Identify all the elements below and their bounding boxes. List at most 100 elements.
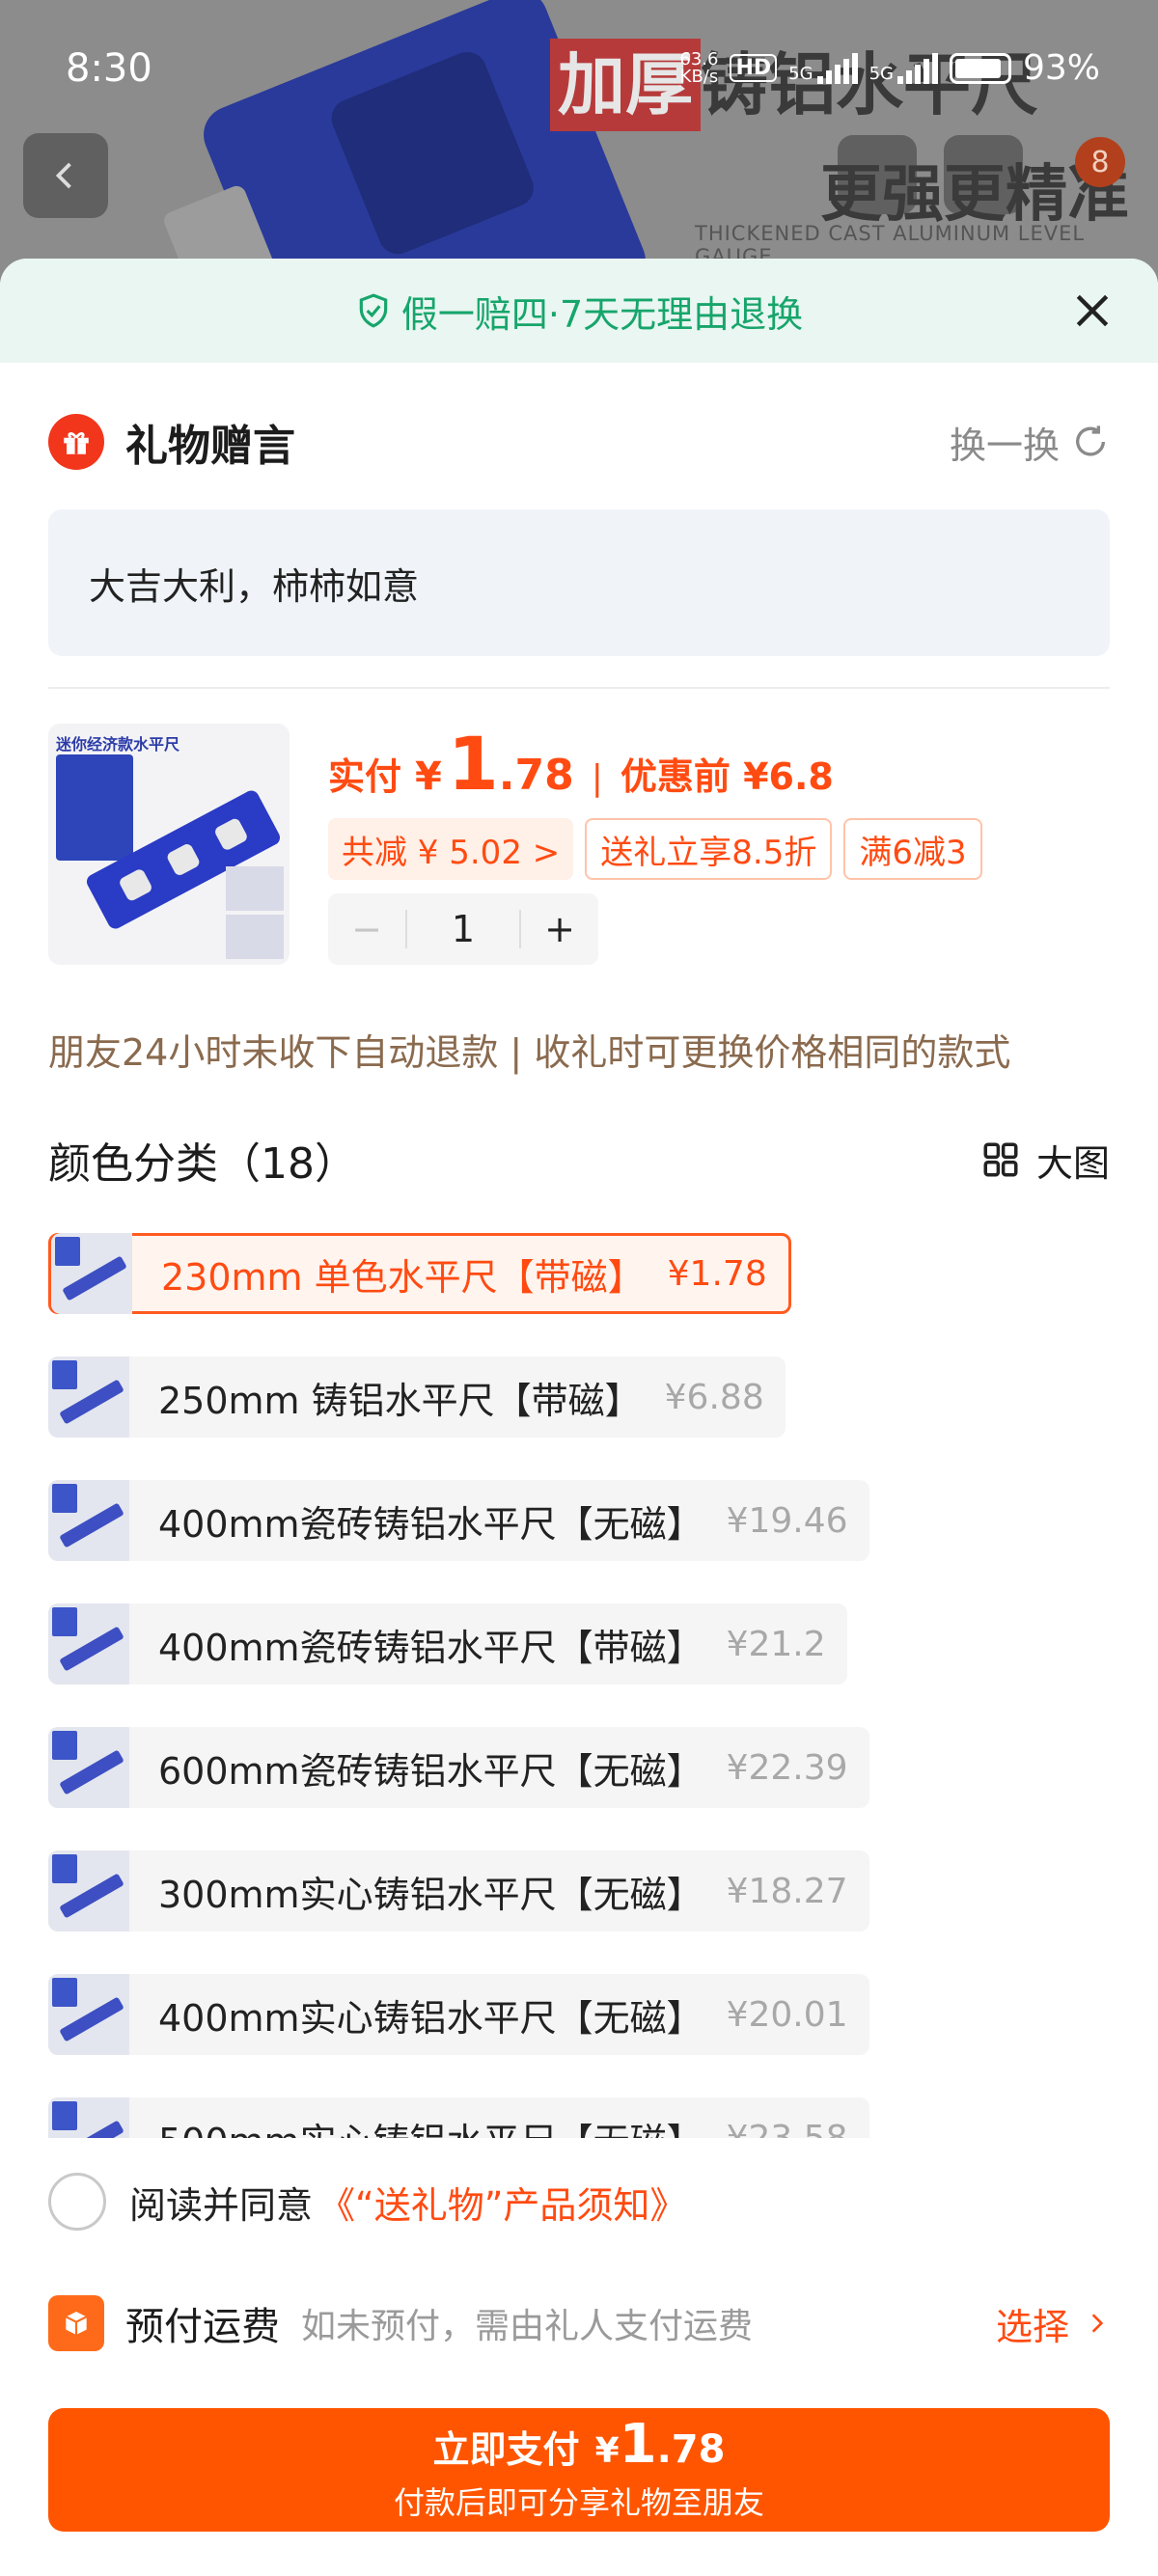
- price-decimal: .78: [498, 751, 574, 800]
- network-speed: 63.6 KB/s: [679, 48, 719, 87]
- pay-now-label: 立即支付 ¥ 1 .78: [432, 2412, 726, 2476]
- variant-price: ¥18.27: [726, 1871, 848, 1911]
- variant-option[interactable]: 230mm 单色水平尺【带磁】 ¥1.78: [48, 1233, 791, 1314]
- variant-name: 400mm瓷砖铸铝水平尺【无磁】: [158, 1502, 703, 1546]
- gift-sheet: 假一赔四·7天无理由退换 礼物赠言 换一换 大吉大利，柿柿如意 迷你经济款水平尺…: [0, 259, 1158, 2576]
- shipping-title: 预付运费: [125, 2305, 280, 2349]
- variant-option[interactable]: 300mm实心铸铝水平尺【无磁】 ¥18.27: [48, 1850, 869, 1932]
- category-header: 颜色分类（18） 大图: [48, 1131, 1110, 1189]
- variant-thumbnail: [51, 1233, 132, 1314]
- variant-price: ¥1.78: [667, 1253, 767, 1294]
- variant-price: ¥23.58: [726, 2118, 848, 2139]
- increase-button[interactable]: +: [521, 908, 598, 950]
- gift-icon: [48, 414, 104, 470]
- status-time: 8:30: [66, 46, 152, 91]
- original-price: 优惠前 ¥6.8: [620, 755, 834, 798]
- shipping-select-label: 选择: [995, 2305, 1069, 2348]
- variant-option[interactable]: 500mm实心铸铝水平尺【无磁】 ¥23.58: [48, 2097, 869, 2138]
- pay-now-button[interactable]: 立即支付 ¥ 1 .78 付款后即可分享礼物至朋友: [48, 2408, 1110, 2532]
- price-line: 实付 ¥ 1 .78 | 优惠前 ¥6.8: [328, 726, 834, 803]
- decrease-button[interactable]: −: [328, 908, 405, 950]
- variant-price: ¥22.39: [726, 1747, 848, 1788]
- variant-thumbnail: [48, 1850, 129, 1932]
- price-integer: 1: [447, 721, 499, 807]
- gift-message-text: 大吉大利，柿柿如意: [89, 564, 420, 608]
- gift-message-input[interactable]: 大吉大利，柿柿如意: [48, 509, 1110, 656]
- variant-thumbnail: [48, 1357, 129, 1438]
- signal-icon-2: 5G: [869, 52, 938, 84]
- swap-label: 换一换: [949, 424, 1060, 467]
- shield-check-icon: [359, 293, 388, 328]
- battery-level: 93%: [1022, 48, 1100, 88]
- variant-name: 300mm实心铸铝水平尺【无磁】: [158, 1873, 703, 1916]
- view-label: 大图: [1035, 1141, 1110, 1185]
- variant-name: 600mm瓷砖铸铝水平尺【无磁】: [158, 1749, 703, 1793]
- shipping-select-button[interactable]: 选择: [996, 2297, 1110, 2350]
- gift-discount-tag: 送礼立享8.5折: [585, 818, 833, 880]
- gift-message-title: 礼物赠言: [125, 422, 295, 471]
- variant-thumbnail: [48, 1974, 129, 2055]
- close-button[interactable]: [1065, 284, 1119, 338]
- chevron-right-icon: [1091, 2314, 1104, 2333]
- variant-thumbnail: [48, 1727, 129, 1808]
- variant-thumbnail: [48, 1603, 129, 1685]
- status-bar: 8:30 63.6 KB/s HD 5G 5G 93%: [0, 0, 1158, 135]
- category-title: 颜色分类（18）: [48, 1139, 357, 1189]
- agreement-row: 阅读并同意 《“送礼物”产品须知》: [48, 2173, 686, 2231]
- refund-note: 朋友24小时未收下自动退款 | 收礼时可更换价格相同的款式: [48, 1031, 1011, 1074]
- variant-price: ¥21.2: [726, 1624, 826, 1664]
- agreement-checkbox[interactable]: [48, 2173, 106, 2231]
- package-icon: [48, 2295, 104, 2351]
- variant-option[interactable]: 600mm瓷砖铸铝水平尺【无磁】 ¥22.39: [48, 1727, 869, 1808]
- prepaid-shipping-row: 预付运费 如未预付，需由礼人支付运费 选择: [48, 2294, 1110, 2352]
- battery-icon: [949, 52, 1011, 84]
- cart-icon[interactable]: [944, 135, 1023, 214]
- share-icon[interactable]: [838, 135, 917, 214]
- back-button[interactable]: [23, 133, 108, 218]
- guarantee-text: 假一赔四·7天无理由退换: [400, 292, 804, 336]
- status-indicators: 63.6 KB/s HD 5G 5G 93%: [679, 48, 1100, 88]
- divider: [48, 687, 1110, 689]
- variant-price: ¥19.46: [726, 1500, 848, 1541]
- agreement-link[interactable]: 《“送礼物”产品须知》: [318, 2176, 686, 2229]
- variant-option[interactable]: 400mm瓷砖铸铝水平尺【无磁】 ¥19.46: [48, 1480, 869, 1561]
- grid-icon: [983, 1142, 1018, 1177]
- variant-thumbnail: [48, 2097, 129, 2138]
- close-icon: [1076, 294, 1109, 327]
- variant-option[interactable]: 250mm 铸铝水平尺【带磁】 ¥6.88: [48, 1357, 786, 1438]
- shipping-description: 如未预付，需由礼人支付运费: [301, 2307, 754, 2346]
- total-discount-tag[interactable]: 共减 ¥ 5.02 >: [328, 818, 574, 880]
- guarantee-banner: 假一赔四·7天无理由退换: [0, 259, 1158, 363]
- chevron-left-icon: [55, 162, 71, 189]
- variant-option[interactable]: 400mm瓷砖铸铝水平尺【带磁】 ¥21.2: [48, 1603, 847, 1685]
- variant-thumbnail: [48, 1480, 129, 1561]
- variant-name: 230mm 单色水平尺【带磁】: [161, 1255, 645, 1299]
- large-view-toggle[interactable]: 大图: [980, 1134, 1110, 1187]
- discount-tags: 共减 ¥ 5.02 > 送礼立享8.5折 满6减3: [328, 818, 982, 880]
- variant-name: 400mm实心铸铝水平尺【无磁】: [158, 1996, 703, 2040]
- swap-message-button[interactable]: 换一换: [950, 416, 1110, 469]
- variant-name: 400mm瓷砖铸铝水平尺【带磁】: [158, 1626, 703, 1669]
- variant-price: ¥20.01: [726, 1994, 848, 2035]
- hd-icon: HD: [730, 54, 778, 82]
- price-separator: |: [591, 758, 603, 798]
- variant-name: 500mm实心铸铝水平尺【无磁】: [158, 2112, 703, 2139]
- agreement-prefix: 阅读并同意: [129, 2183, 314, 2227]
- variant-price: ¥6.88: [664, 1377, 764, 1417]
- cart-badge: 8: [1075, 137, 1125, 187]
- signal-icon: 5G: [788, 52, 858, 84]
- threshold-discount-tag: 满6减3: [843, 818, 982, 880]
- product-summary: 迷你经济款水平尺 实付 ¥ 1 .78 | 优惠前 ¥6.8 共减 ¥ 5.02…: [48, 724, 1110, 965]
- thumbnail-caption: 迷你经济款水平尺: [56, 735, 180, 754]
- quantity-value[interactable]: 1: [405, 910, 521, 948]
- price-currency: ¥: [415, 754, 442, 799]
- product-thumbnail[interactable]: 迷你经济款水平尺: [48, 724, 290, 965]
- price-label: 实付: [328, 755, 402, 798]
- variant-name: 250mm 铸铝水平尺【带磁】: [158, 1379, 642, 1422]
- gift-message-header: 礼物赠言 换一换: [48, 413, 1110, 471]
- refresh-icon: [1076, 425, 1105, 456]
- variant-list: 230mm 单色水平尺【带磁】 ¥1.78 250mm 铸铝水平尺【带磁】 ¥6…: [48, 1233, 1129, 2138]
- variant-option[interactable]: 400mm实心铸铝水平尺【无磁】 ¥20.01: [48, 1974, 869, 2055]
- quantity-stepper: − 1 +: [328, 893, 598, 965]
- pay-now-subtitle: 付款后即可分享礼物至朋友: [393, 2483, 764, 2521]
